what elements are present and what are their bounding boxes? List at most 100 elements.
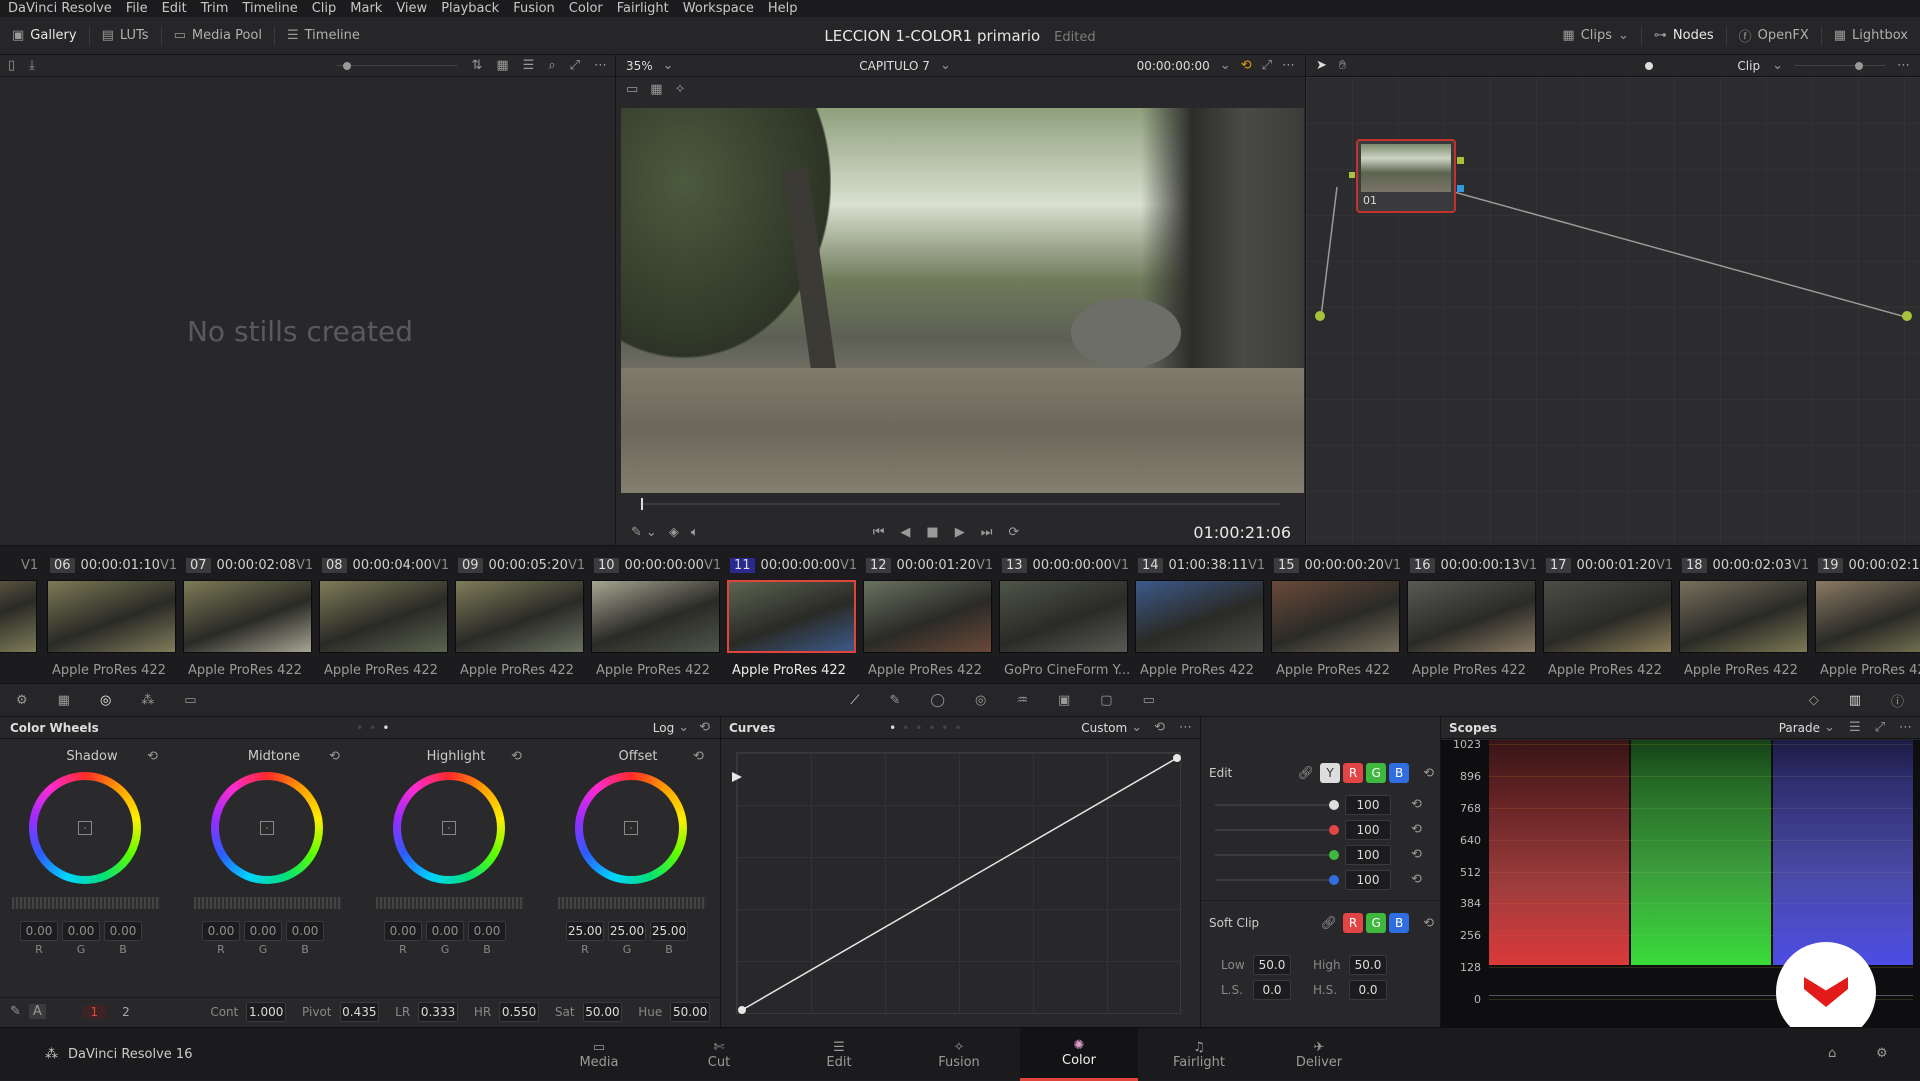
hs-field[interactable]: 0.0 xyxy=(1349,980,1387,1000)
clip-thumbnail[interactable] xyxy=(863,580,992,653)
node-canvas[interactable]: 01 xyxy=(1306,77,1920,545)
node-zoom-slider[interactable] xyxy=(1795,61,1885,71)
pointer-icon[interactable]: ➤ xyxy=(1316,58,1327,73)
expand-icon[interactable]: ⤢ xyxy=(1875,720,1885,735)
lr-field[interactable]: 0.333 xyxy=(418,1001,458,1022)
high-field[interactable]: 50.0 xyxy=(1349,955,1387,975)
g-intensity-slider[interactable] xyxy=(1329,850,1339,860)
menu-mark[interactable]: Mark xyxy=(350,1,382,16)
b-value-field[interactable]: 0.00 xyxy=(286,921,324,941)
clip-thumbnail[interactable] xyxy=(1407,580,1536,653)
hue-field[interactable]: 50.00 xyxy=(670,1001,710,1022)
clip-thumbnail[interactable] xyxy=(1543,580,1672,653)
loop-icon[interactable]: ⟳ xyxy=(1008,525,1019,540)
r-value-field[interactable]: 0.00 xyxy=(202,921,240,941)
more-options-icon[interactable]: ⋯ xyxy=(1899,720,1912,735)
zoom-select[interactable]: 35% xyxy=(626,59,653,73)
master-wheel-slider[interactable] xyxy=(12,897,160,909)
menu-view[interactable]: View xyxy=(396,1,427,16)
reset-icon[interactable]: ⟲ xyxy=(1411,872,1422,887)
r-intensity-slider[interactable] xyxy=(1329,825,1339,835)
clip-thumbnail[interactable] xyxy=(1815,580,1920,653)
page-media[interactable]: ▭ Media xyxy=(540,1028,658,1081)
sizing-icon[interactable]: ▢ xyxy=(1100,693,1112,708)
b-channel-button[interactable]: B xyxy=(1389,763,1410,783)
soft-clip-g-button[interactable]: G xyxy=(1366,913,1387,933)
menu-timeline[interactable]: Timeline xyxy=(242,1,297,16)
viewer-timecode-top[interactable]: 00:00:00:00 xyxy=(1137,59,1210,73)
clip-thumbnail[interactable] xyxy=(727,580,856,653)
reset-icon[interactable]: ⟲ xyxy=(1411,797,1422,812)
page-deliver[interactable]: ✈︎ Deliver xyxy=(1260,1028,1378,1081)
menu-clip[interactable]: Clip xyxy=(312,1,337,16)
media-pool-button[interactable]: ▭ Media Pool xyxy=(162,17,274,55)
master-wheel-slider[interactable] xyxy=(376,897,524,909)
sat-field[interactable]: 50.00 xyxy=(582,1001,623,1022)
page-dot[interactable] xyxy=(1645,61,1654,70)
curves-mode-select[interactable]: Custom xyxy=(1081,721,1127,735)
reset-icon[interactable]: ⟲ xyxy=(329,749,340,764)
menu-color[interactable]: Color xyxy=(569,1,603,16)
skip-back-icon[interactable]: ⏮︎ xyxy=(873,525,885,540)
menu-file[interactable]: File xyxy=(126,1,148,16)
g-value-field[interactable]: 0.00 xyxy=(62,921,100,941)
clip-thumbnail[interactable] xyxy=(591,580,720,653)
sort-icon[interactable]: ⇅ xyxy=(471,58,482,73)
b-intensity-slider[interactable] xyxy=(1329,875,1339,885)
menu-workspace[interactable]: Workspace xyxy=(683,1,754,16)
layers-icon[interactable]: ◈ xyxy=(669,525,679,540)
grid-view-icon[interactable]: ▦ xyxy=(496,58,508,73)
reset-icon[interactable]: ⟲ xyxy=(699,720,710,735)
r-intensity-field[interactable]: 100 xyxy=(1345,820,1391,840)
node-mode-select[interactable]: Clip xyxy=(1737,59,1760,73)
wheel-mode-select[interactable]: Log xyxy=(653,721,674,735)
luts-button[interactable]: ▤ LUTs xyxy=(90,17,161,55)
menu-help[interactable]: Help xyxy=(768,1,798,16)
link-icon[interactable]: 🔗︎ xyxy=(1298,766,1315,781)
clip-thumbnail[interactable] xyxy=(1135,580,1264,653)
page-fusion[interactable]: ✧ Fusion xyxy=(900,1028,1018,1081)
node-output-handle[interactable] xyxy=(1457,157,1464,164)
clip-thumbnail[interactable] xyxy=(1679,580,1808,653)
magic-wand-icon[interactable]: ✧ xyxy=(675,82,686,97)
auto-icon[interactable]: A xyxy=(28,1004,46,1019)
keyframes-icon[interactable]: ◇ xyxy=(1809,693,1819,708)
clip-thumbnail[interactable] xyxy=(0,580,37,653)
scopes-icon[interactable]: ▥ xyxy=(1849,693,1861,708)
expand-icon[interactable]: ⤢ xyxy=(570,58,580,73)
r-value-field[interactable]: 25.00 xyxy=(566,921,604,941)
pipette-icon[interactable]: ✎ xyxy=(631,525,642,540)
timeline-select[interactable]: CAPITULO 7 xyxy=(859,59,930,73)
low-field[interactable]: 50.0 xyxy=(1253,955,1291,975)
clip-thumbnail[interactable] xyxy=(183,580,312,653)
qualifier-icon[interactable]: ✎ xyxy=(890,693,901,708)
soft-clip-b-button[interactable]: B xyxy=(1389,913,1410,933)
reset-icon[interactable]: ⟲ xyxy=(1423,916,1434,931)
rgb-mixer-icon[interactable]: ⁂ xyxy=(141,693,154,708)
page-dots[interactable]: ••• xyxy=(356,721,395,735)
output-node[interactable] xyxy=(1902,311,1912,321)
page-1-button[interactable]: 1 xyxy=(82,1004,107,1019)
master-wheel-slider[interactable] xyxy=(558,897,706,909)
g-value-field[interactable]: 0.00 xyxy=(244,921,282,941)
r-value-field[interactable]: 0.00 xyxy=(384,921,422,941)
clips-button[interactable]: ▦ Clips ⌄ xyxy=(1550,17,1641,55)
page-cut[interactable]: ✄ Cut xyxy=(660,1028,778,1081)
3d-icon[interactable]: ▭ xyxy=(1143,693,1155,708)
clip-thumbnail[interactable] xyxy=(319,580,448,653)
home-icon[interactable]: ⌂ xyxy=(1828,1046,1836,1061)
search-icon[interactable]: ⌕ xyxy=(548,58,555,73)
ls-field[interactable]: 0.0 xyxy=(1253,980,1291,1000)
r-value-field[interactable]: 0.00 xyxy=(20,921,58,941)
g-channel-button[interactable]: G xyxy=(1366,763,1387,783)
menu-fusion[interactable]: Fusion xyxy=(513,1,555,16)
g-intensity-field[interactable]: 100 xyxy=(1345,845,1391,865)
skip-forward-icon[interactable]: ⏭︎ xyxy=(981,525,993,540)
reset-icon[interactable]: ⟲ xyxy=(1423,766,1434,781)
clip-thumbnail[interactable] xyxy=(1271,580,1400,653)
reset-icon[interactable]: ⟲ xyxy=(511,749,522,764)
info-icon[interactable]: ⓘ xyxy=(1891,691,1904,710)
page-dots[interactable]: •••••• xyxy=(889,721,967,735)
contrast-field[interactable]: 1.000 xyxy=(246,1001,287,1022)
split-view-icon[interactable]: ▦ xyxy=(650,82,662,97)
